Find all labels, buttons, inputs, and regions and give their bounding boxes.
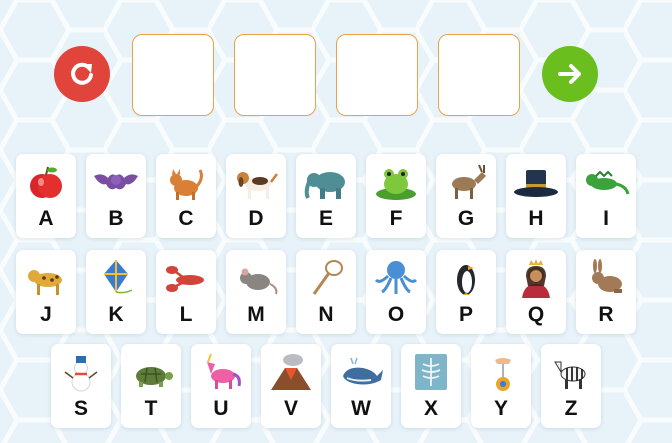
card-letter: H <box>528 207 544 230</box>
answer-slot-4[interactable] <box>438 34 520 116</box>
letter-card-l[interactable]: L <box>156 250 216 334</box>
next-button[interactable] <box>542 46 598 102</box>
card-letter: C <box>178 207 194 230</box>
card-letter: U <box>213 397 229 420</box>
net-icon <box>312 260 343 295</box>
queen-icon <box>522 259 550 298</box>
reset-button[interactable] <box>54 46 110 102</box>
penguin-icon <box>457 265 475 295</box>
cat-icon <box>170 169 203 200</box>
letter-card-a[interactable]: A <box>16 154 76 238</box>
letter-card-r[interactable]: R <box>576 250 636 334</box>
card-letter: R <box>598 303 614 326</box>
card-letter: F <box>389 207 403 230</box>
letter-card-e[interactable]: E <box>296 154 356 238</box>
card-letter: W <box>351 397 371 420</box>
letter-card-i[interactable]: I <box>576 154 636 238</box>
card-letter: V <box>283 397 298 420</box>
card-letter: Y <box>493 397 508 420</box>
card-letter: Q <box>527 303 545 326</box>
goat-icon <box>452 164 486 199</box>
card-letter: L <box>179 303 193 326</box>
letter-card-b[interactable]: B <box>86 154 146 238</box>
letter-card-d[interactable]: D <box>226 154 286 238</box>
letter-card-s[interactable]: S <box>51 344 111 428</box>
answer-bar <box>0 0 672 140</box>
card-letter: Z <box>564 397 578 420</box>
snowman-icon <box>64 356 98 392</box>
mouse-icon <box>240 268 278 295</box>
letter-card-c[interactable]: C <box>156 154 216 238</box>
card-letter: A <box>38 207 54 230</box>
letter-card-q[interactable]: Q <box>506 250 566 334</box>
dog-icon <box>237 172 278 199</box>
card-letter: T <box>144 397 158 420</box>
elephant-icon <box>304 172 345 199</box>
volcano-icon <box>271 354 311 390</box>
arrow-right-icon <box>558 64 581 84</box>
card-letter: G <box>457 207 475 230</box>
letter-card-p[interactable]: P <box>436 250 496 334</box>
letter-card-h[interactable]: H <box>506 154 566 238</box>
letter-card-k[interactable]: K <box>86 250 146 334</box>
letter-card-o[interactable]: O <box>366 250 426 334</box>
card-letter: P <box>458 303 473 326</box>
unicorn-icon <box>207 353 241 389</box>
rabbit-icon <box>592 259 622 293</box>
letter-card-f[interactable]: F <box>366 154 426 238</box>
hat-icon <box>514 170 558 197</box>
letter-card-u[interactable]: U <box>191 344 251 428</box>
x-ray-icon <box>415 354 447 390</box>
card-letter: O <box>387 303 405 326</box>
bat-icon <box>94 174 138 190</box>
card-letter: B <box>108 207 124 230</box>
letter-card-j[interactable]: J <box>16 250 76 334</box>
card-letter: N <box>318 303 334 326</box>
kite-icon <box>104 260 133 294</box>
turtle-icon <box>136 367 173 387</box>
letter-card-z[interactable]: Z <box>541 344 601 428</box>
letter-card-t[interactable]: T <box>121 344 181 428</box>
whale-icon <box>343 357 383 385</box>
yo-yo-icon <box>495 358 511 391</box>
card-letter: M <box>247 303 265 326</box>
card-letter: E <box>318 207 333 230</box>
letter-card-m[interactable]: M <box>226 250 286 334</box>
answer-slot-3[interactable] <box>336 34 418 116</box>
iguana-icon <box>586 170 630 195</box>
card-letter: K <box>108 303 124 326</box>
card-letter: D <box>248 207 264 230</box>
card-letter: I <box>603 207 609 230</box>
letter-card-v[interactable]: V <box>261 344 321 428</box>
refresh-icon <box>71 62 93 85</box>
letter-card-w[interactable]: W <box>331 344 391 428</box>
lobster-icon <box>166 266 204 292</box>
letter-card-x[interactable]: X <box>401 344 461 428</box>
card-letter: S <box>73 397 88 420</box>
answer-slot-2[interactable] <box>234 34 316 116</box>
octopus-icon <box>374 261 418 294</box>
card-letter: J <box>40 303 52 326</box>
letter-card-g[interactable]: G <box>436 154 496 238</box>
frog-icon <box>376 169 416 200</box>
card-letter: X <box>423 397 438 420</box>
jaguar-icon <box>28 270 62 295</box>
zebra-icon <box>554 361 586 389</box>
letter-card-y[interactable]: Y <box>471 344 531 428</box>
apple-icon <box>30 166 62 198</box>
answer-slot-1[interactable] <box>132 34 214 116</box>
letter-card-n[interactable]: N <box>296 250 356 334</box>
